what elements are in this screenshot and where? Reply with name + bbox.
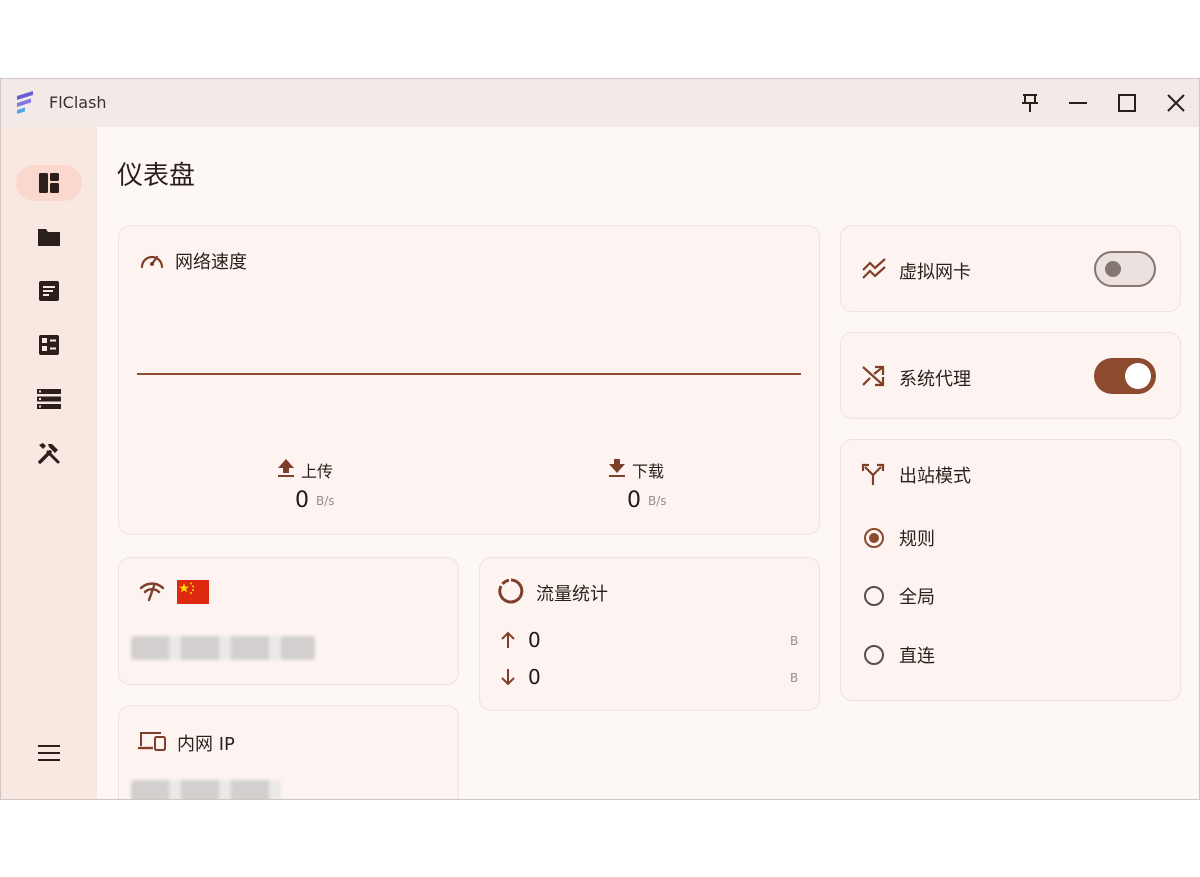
arrow-down-icon — [501, 669, 515, 686]
title-bar[interactable]: FlClash — [1, 79, 1199, 127]
sidebar-item-tools[interactable] — [16, 435, 82, 471]
upload-arrow-icon — [278, 459, 294, 477]
grid-list-icon — [39, 335, 59, 355]
sidebar — [1, 127, 97, 799]
traffic-up-unit: B — [790, 634, 799, 648]
dashboard-content: 仪表盘 网络速度 上传 0 B/s 下载 0 B/s 流量统计 0 B 0 B … — [97, 127, 1199, 799]
speed-chart-line — [137, 373, 801, 375]
page-title: 仪表盘 — [117, 161, 196, 191]
app-window: FlClash 仪表盘 网络速度 上传 0 B/s 下载 0 B/s 流量统计 … — [0, 78, 1200, 800]
document-icon — [39, 281, 59, 301]
intranet-ip-card[interactable]: 内网 IP — [118, 705, 459, 799]
china-flag-icon — [177, 580, 209, 604]
traffic-stats-title: 流量统计 — [536, 584, 608, 605]
outbound-mode-title: 出站模式 — [899, 466, 971, 487]
donut-chart-icon — [498, 578, 524, 604]
upload-label: 上传 — [301, 462, 334, 481]
close-button[interactable] — [1160, 89, 1192, 117]
network-detection-card[interactable] — [118, 557, 459, 685]
intranet-ip-title: 内网 IP — [177, 734, 235, 755]
devices-icon — [138, 732, 166, 751]
system-proxy-toggle-knob — [1125, 363, 1151, 389]
upload-value: 0 — [295, 488, 309, 513]
stacked-line-chart-icon — [862, 258, 886, 279]
window-title: FlClash — [49, 93, 107, 112]
folder-icon — [38, 229, 60, 246]
dashboard-icon — [39, 173, 59, 193]
outbound-mode-global-radio[interactable] — [864, 586, 884, 606]
tun-title: 虚拟网卡 — [899, 262, 971, 283]
pin-button[interactable] — [1014, 89, 1046, 117]
system-proxy-card: 系统代理 — [840, 332, 1181, 419]
network-speed-title: 网络速度 — [175, 252, 247, 273]
minimize-button[interactable] — [1062, 89, 1094, 117]
sidebar-item-dashboard[interactable] — [16, 165, 82, 201]
close-icon — [1167, 94, 1185, 112]
speedometer-icon — [140, 255, 164, 269]
outbound-mode-card: 出站模式 规则 全局 直连 — [840, 439, 1181, 701]
maximize-icon — [1118, 94, 1136, 112]
traffic-up-value: 0 — [528, 628, 541, 652]
outbound-mode-direct-label[interactable]: 直连 — [899, 642, 935, 668]
download-unit: B/s — [648, 494, 667, 508]
tun-toggle-knob — [1105, 261, 1121, 277]
redacted-intranet-ip — [131, 780, 281, 799]
outbound-mode-global-label[interactable]: 全局 — [899, 583, 935, 609]
system-proxy-toggle[interactable] — [1094, 358, 1156, 394]
traffic-down-unit: B — [790, 671, 799, 685]
minimize-icon — [1069, 102, 1087, 104]
tun-card: 虚拟网卡 — [840, 225, 1181, 312]
network-speed-card: 网络速度 上传 0 B/s 下载 0 B/s — [118, 225, 820, 535]
maximize-button[interactable] — [1111, 89, 1143, 117]
tun-toggle[interactable] — [1094, 251, 1156, 287]
outbound-mode-rule-label[interactable]: 规则 — [899, 525, 935, 551]
download-arrow-icon — [609, 459, 625, 477]
shuffle-icon — [862, 365, 885, 387]
upload-unit: B/s — [316, 494, 335, 508]
list-icon — [37, 389, 61, 409]
hamburger-menu-icon — [38, 745, 60, 761]
sidebar-item-profiles[interactable] — [16, 219, 82, 255]
arrow-up-icon — [501, 631, 515, 648]
tools-icon — [38, 443, 60, 464]
sidebar-item-connections[interactable] — [16, 381, 82, 417]
flclash-logo-icon — [17, 91, 33, 114]
download-value: 0 — [627, 488, 641, 513]
download-label: 下载 — [632, 462, 665, 481]
signal-icon — [139, 582, 165, 602]
fork-arrow-icon — [861, 463, 885, 485]
sidebar-item-resources[interactable] — [16, 327, 82, 363]
redacted-public-ip — [131, 636, 315, 660]
system-proxy-title: 系统代理 — [899, 369, 971, 390]
outbound-mode-rule-radio[interactable] — [864, 528, 884, 548]
pin-icon — [1022, 94, 1038, 112]
outbound-mode-direct-radio[interactable] — [864, 645, 884, 665]
sidebar-menu-button[interactable] — [16, 735, 82, 771]
traffic-stats-card: 流量统计 0 B 0 B — [479, 557, 820, 711]
traffic-down-value: 0 — [528, 665, 541, 689]
sidebar-item-logs[interactable] — [16, 273, 82, 309]
